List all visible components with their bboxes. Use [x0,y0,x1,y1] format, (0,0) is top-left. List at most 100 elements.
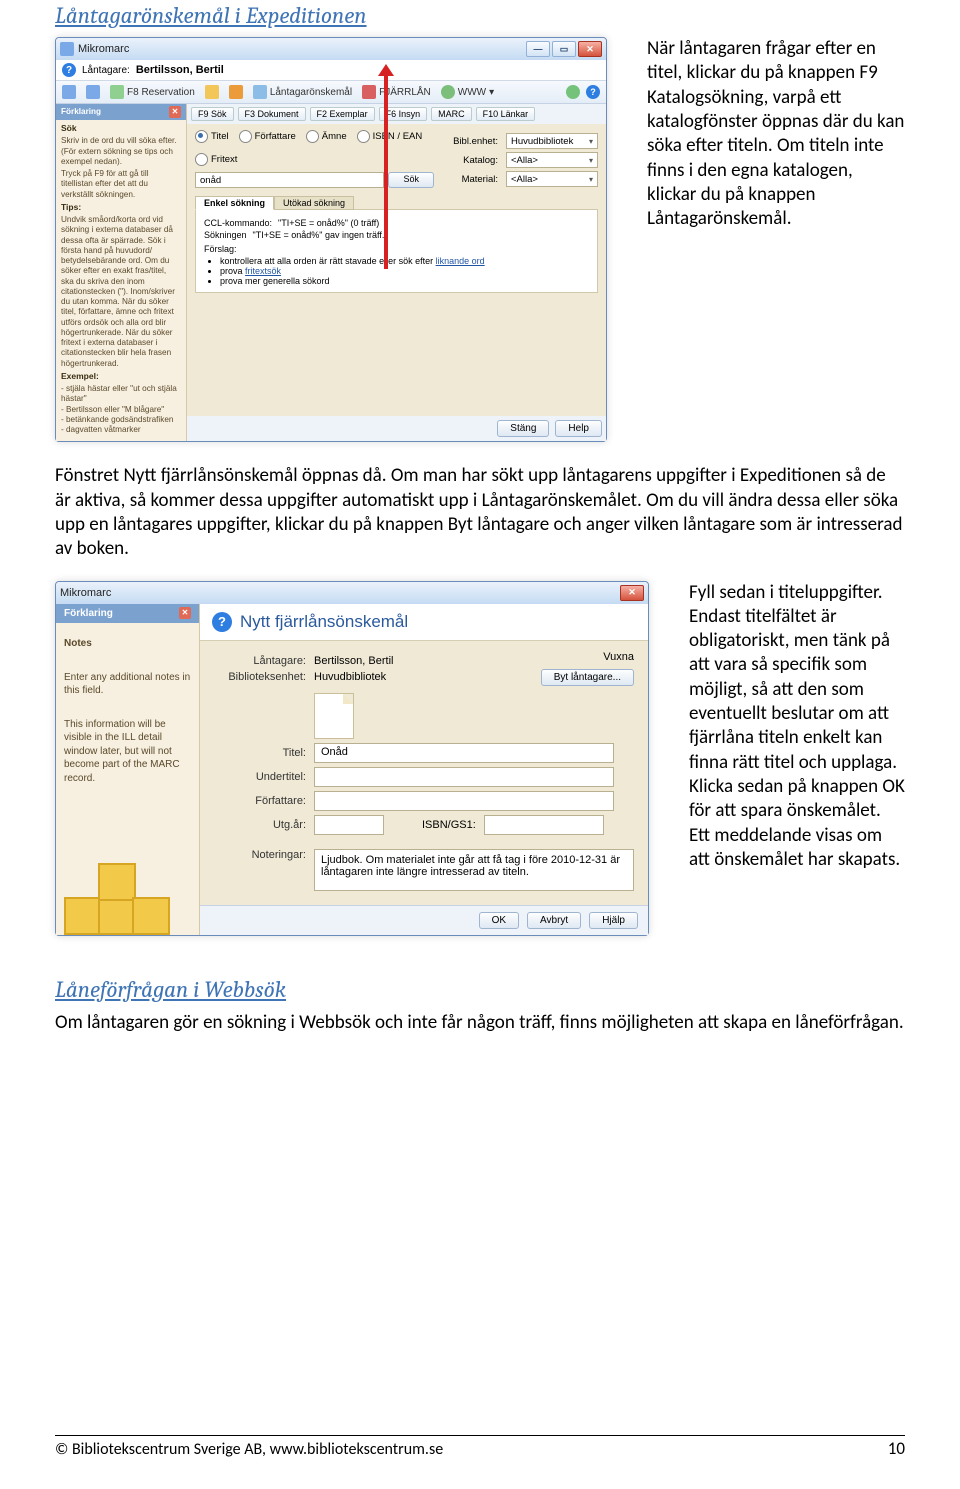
search-mode-tabs: Enkel sökning Utökad sökning [195,196,598,210]
ok-button[interactable]: OK [479,912,519,929]
maximize-button[interactable]: ▭ [552,41,576,57]
suggestion-item: kontrollera att alla orden är rätt stava… [220,256,589,266]
dialog-side-heading: Förklaring [64,607,113,621]
search-button[interactable]: Sök [388,172,434,188]
lantagare-value: Bertilsson, Bertil [314,655,393,667]
lantagare-label: Låntagare: [214,655,306,667]
radio-fritext[interactable]: Fritext [195,153,237,166]
tab-utokad-sokning[interactable]: Utökad sökning [274,196,354,210]
app-icon [60,42,74,56]
titel-label: Titel: [214,747,306,759]
biblenhet-dropdown[interactable]: Huvudbibliotek▾ [506,133,598,149]
bottom-paragraph: Om låntagaren gör en sökning i Webbsök o… [55,1011,905,1035]
side-tips-text: Undvik småord/korta ord vid sökning i ex… [61,215,181,369]
forfattare-input[interactable] [314,791,614,811]
radio-amne[interactable]: Ämne [306,130,347,143]
fkey-f9[interactable]: F9 Sök [191,107,234,121]
note-icon[interactable] [314,693,354,739]
titel-input[interactable]: Onåd [314,743,614,763]
minimize-button[interactable]: — [526,41,550,57]
side-sok-text: Skriv in de ord du vill söka efter. (För… [61,136,181,167]
reservation-button[interactable]: F8 Reservation [110,85,195,99]
dialog-header: ? Nytt fjärrlånsönskemål [200,604,648,641]
refresh-icon[interactable] [566,85,580,99]
dialog-window-title: Mikromarc [60,587,111,599]
mikromarc-window: Mikromarc — ▭ ✕ ? Låntagare: Bertilsson,… [55,37,607,442]
help-toolbar-icon[interactable]: ? [586,85,600,99]
hjalp-button[interactable]: Hjälp [589,912,638,929]
radio-isbn[interactable]: ISBN / EAN [357,130,423,143]
radio-titel[interactable]: Titel [195,130,229,143]
stang-button[interactable]: Stäng [497,420,549,437]
link-liknande-ord[interactable]: liknande ord [436,256,485,266]
radio-icon [357,130,370,143]
nytt-fjarrlansonskemal-dialog: Mikromarc ✕ Förklaring ✕ Notes Enter any… [55,581,649,936]
page-footer: © Bibliotekscentrum Sverige AB, www.bibl… [55,1435,905,1459]
utgar-label: Utg.år: [214,819,306,831]
dialog-side-close-icon[interactable]: ✕ [179,607,191,619]
intro-text: När låntagaren frågar efter en titel, kl… [647,37,905,232]
noteringar-textarea[interactable]: Ljudbok. Om materialet inte går att få t… [314,849,634,891]
fkey-f2[interactable]: F2 Exemplar [310,107,375,121]
dialog-titlebar: Mikromarc ✕ [56,582,648,604]
footer-text: © Bibliotekscentrum Sverige AB, www.bibl… [55,1440,443,1459]
fkey-marc[interactable]: MARC [431,107,472,121]
side-sok-head: Sök [61,123,77,133]
result-panel: CCL-kommando: "TI+SE = onåd%" (0 träff) … [195,209,598,293]
radio-icon [239,130,252,143]
nav-back-icon[interactable] [62,85,76,99]
toolbar: F8 Reservation Låntagarönskemål FJÄRRLÅN… [56,81,606,104]
help-icon[interactable]: ? [62,63,76,77]
www-button[interactable]: WWW ▾ [441,85,494,99]
avbryt-button[interactable]: Avbryt [527,912,581,929]
section-heading-1: Låntagarönskemål i Expeditionen [55,2,905,29]
radio-icon [195,130,208,143]
borrower-label: Låntagare: [82,65,130,76]
side-f9-text: Tryck på F9 för att gå till titellistan … [61,169,181,200]
ccl-value: "TI+SE = onåd%" (0 träff) [278,218,379,228]
tab-enkel-sokning[interactable]: Enkel sökning [195,196,274,210]
chevron-down-icon: ▾ [589,175,593,184]
undertitel-label: Undertitel: [214,771,306,783]
nav-fwd-icon[interactable] [86,85,100,99]
isbn-input[interactable] [484,815,604,835]
ccl-label: CCL-kommando: [204,218,272,228]
reservation-icon [110,85,124,99]
side-panel-close-icon[interactable]: ✕ [169,106,181,118]
dialog-close-button[interactable]: ✕ [620,585,644,601]
lantagaronskemal-button[interactable]: Låntagarönskemål [253,85,352,99]
help-button[interactable]: Help [555,420,602,437]
fkey-f3[interactable]: F3 Dokument [238,107,306,121]
radio-forfattare[interactable]: Författare [239,130,296,143]
fkey-f6[interactable]: F6 Insyn [379,107,428,121]
link-fritextsok[interactable]: fritextsök [245,266,281,276]
suggestion-item: prova fritextsök [220,266,589,276]
globe-icon [441,85,455,99]
dialog-help-icon[interactable]: ? [212,612,232,632]
close-button[interactable]: ✕ [578,41,602,57]
unit-label: Vuxna [541,651,634,663]
chevron-down-icon: ▾ [589,137,593,146]
undertitel-input[interactable] [314,767,614,787]
byt-lantagare-button[interactable]: Byt låntagare... [541,669,634,686]
radio-icon [306,130,319,143]
side-panel-heading: Förklaring [61,107,101,117]
search-main-panel: F9 Sök F3 Dokument F2 Exemplar F6 Insyn … [187,104,606,441]
hits-label: Sökningen [204,230,247,240]
fkey-f10[interactable]: F10 Länkar [476,107,536,121]
material-dropdown[interactable]: <Alla>▾ [506,171,598,187]
biblenhet-label: Biblioteksenhet: [214,671,306,683]
katalog-dropdown[interactable]: <Alla>▾ [506,152,598,168]
utgar-input[interactable] [314,815,384,835]
radio-icon [195,153,208,166]
edit-icon[interactable] [229,85,243,99]
right-paragraph: Fyll sedan i titeluppgifter. Endast tite… [689,581,905,873]
dialog-title: Nytt fjärrlånsönskemål [240,612,408,632]
explanation-side-panel: Förklaring ✕ Sök Skriv in de ord du vill… [56,104,187,441]
noteringar-label: Noteringar: [214,849,306,861]
biblenhet-label: Bibl.enhet: [448,136,498,147]
lock-icon[interactable] [205,85,219,99]
fjarrlan-button[interactable]: FJÄRRLÅN [362,85,431,99]
dialog-side-text-2: This information will be visible in the … [64,718,191,786]
search-input[interactable]: onåd [195,172,384,188]
